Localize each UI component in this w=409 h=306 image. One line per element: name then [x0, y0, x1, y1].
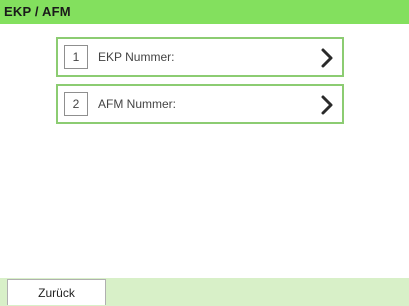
menu-item-label: AFM Nummer: [98, 97, 176, 111]
chevron-right-icon [321, 48, 333, 68]
menu-item-number: 2 [64, 92, 88, 116]
title-bar: EKP / AFM [0, 0, 409, 24]
back-button[interactable]: Zurück [7, 279, 106, 305]
chevron-right-icon [321, 95, 333, 115]
menu-item-afm-nummer[interactable]: 2 AFM Nummer: [56, 84, 344, 124]
page-title: EKP / AFM [4, 4, 71, 19]
menu-item-ekp-nummer[interactable]: 1 EKP Nummer: [56, 37, 344, 77]
menu-item-number: 1 [64, 45, 88, 69]
menu-item-label: EKP Nummer: [98, 50, 175, 64]
screen: EKP / AFM 1 EKP Nummer: 2 AFM Nummer: Zu… [0, 0, 409, 306]
